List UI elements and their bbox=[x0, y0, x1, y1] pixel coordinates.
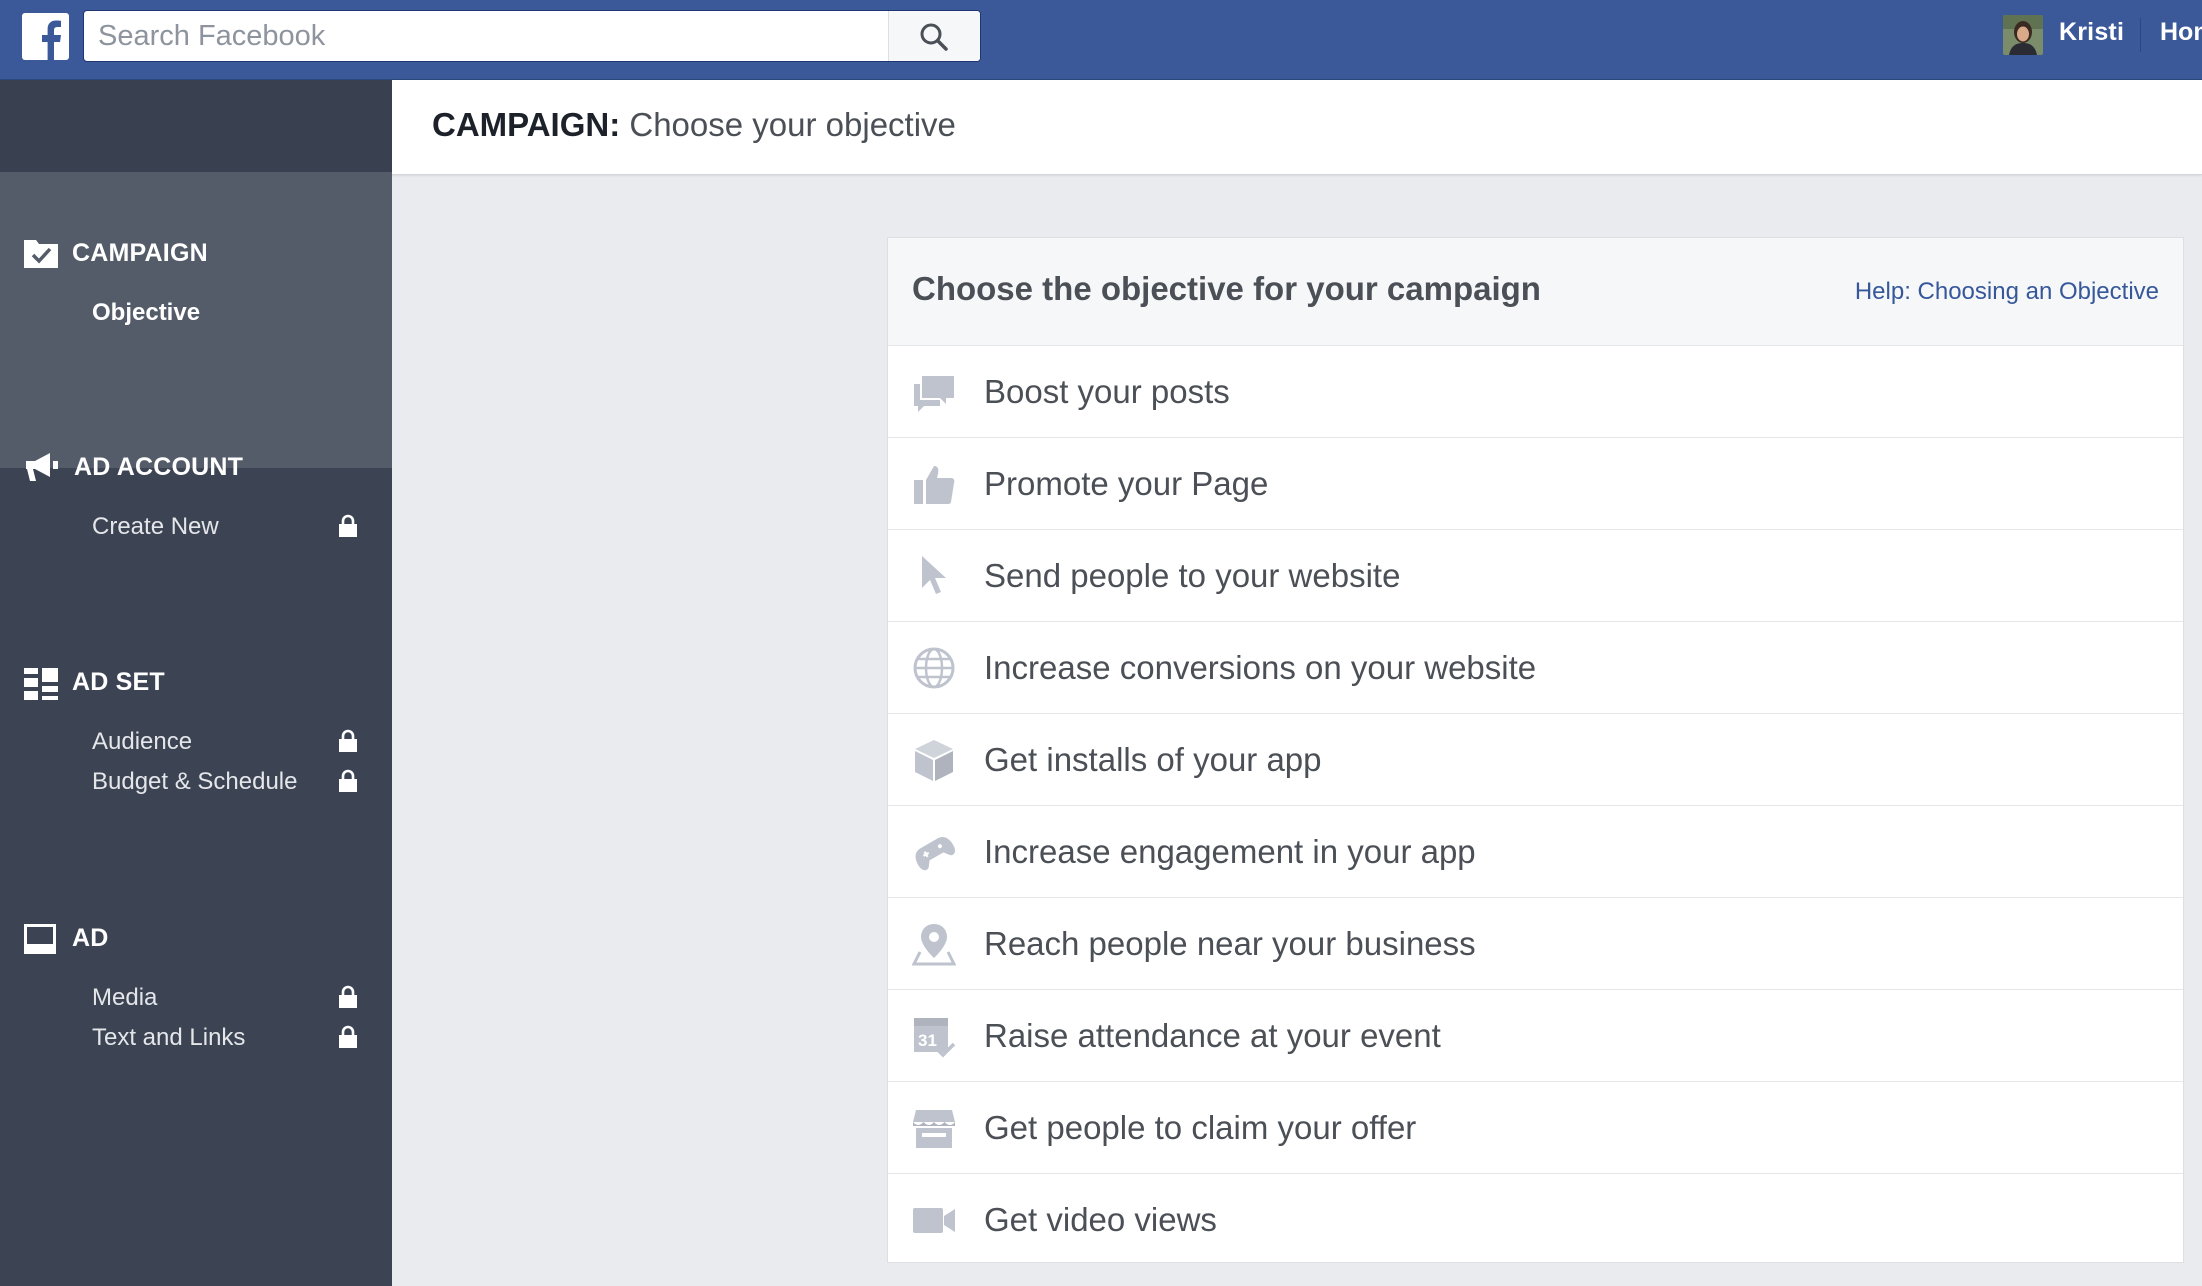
lock-icon bbox=[339, 1025, 357, 1048]
page-header: CAMPAIGN: Choose your objective bbox=[392, 80, 2202, 175]
calendar-icon: 31 bbox=[914, 1018, 956, 1058]
page-title-text: Choose your objective bbox=[629, 106, 956, 143]
search-input[interactable] bbox=[84, 11, 889, 61]
nav-divider bbox=[2140, 18, 2141, 52]
video-camera-icon bbox=[913, 1208, 955, 1233]
objective-label: Get people to claim your offer bbox=[984, 1109, 1417, 1146]
search-box bbox=[83, 10, 981, 62]
globe-icon bbox=[913, 647, 955, 689]
objective-label: Increase conversions on your website bbox=[984, 649, 1537, 686]
objective-local-awareness[interactable]: Reach people near your business bbox=[888, 898, 2183, 990]
objective-label: Raise attendance at your event bbox=[984, 1017, 1441, 1054]
sidebar-section-campaign[interactable]: CAMPAIGN bbox=[72, 239, 208, 268]
avatar[interactable] bbox=[2003, 15, 2043, 55]
lock-icon bbox=[339, 769, 357, 792]
objective-label: Send people to your website bbox=[984, 557, 1401, 594]
top-navigation-bar: Kristi Home bbox=[0, 0, 2202, 80]
grid-icon bbox=[24, 668, 58, 700]
sidebar-item-budget-schedule[interactable]: Budget & Schedule bbox=[92, 768, 298, 796]
sidebar-item-media[interactable]: Media bbox=[92, 984, 157, 1012]
search-icon bbox=[920, 23, 948, 51]
objective-video-views[interactable]: Get video views bbox=[888, 1174, 2183, 1266]
lock-icon bbox=[339, 729, 357, 752]
objective-label: Get installs of your app bbox=[984, 741, 1322, 778]
cursor-icon bbox=[922, 556, 946, 594]
thumbs-up-icon bbox=[914, 466, 955, 504]
sidebar-item-create-new[interactable]: Create New bbox=[92, 513, 219, 541]
objective-label: Promote your Page bbox=[984, 465, 1269, 502]
search-button[interactable] bbox=[888, 11, 980, 61]
objective-label: Increase engagement in your app bbox=[984, 833, 1476, 870]
objective-card: Choose the objective for your campaign H… bbox=[887, 237, 2184, 1263]
sidebar-section-ad[interactable]: AD bbox=[72, 924, 109, 953]
home-link[interactable]: Home bbox=[2160, 18, 2202, 47]
svg-text:31: 31 bbox=[918, 1031, 937, 1050]
megaphone-icon bbox=[26, 453, 58, 481]
sidebar-section-ad-account[interactable]: AD ACCOUNT bbox=[74, 453, 243, 482]
objective-boost-posts[interactable]: Boost your posts bbox=[888, 346, 2183, 438]
lock-icon bbox=[339, 985, 357, 1008]
card-header: Choose the objective for your campaign H… bbox=[888, 238, 2183, 346]
facebook-logo-icon[interactable] bbox=[22, 13, 69, 60]
help-choosing-objective-link[interactable]: Help: Choosing an Objective bbox=[1855, 278, 2159, 306]
sidebar-header bbox=[0, 80, 392, 172]
sidebar-section-ad-set[interactable]: AD SET bbox=[72, 668, 165, 697]
map-pin-icon bbox=[912, 924, 956, 966]
objective-app-installs[interactable]: Get installs of your app bbox=[888, 714, 2183, 806]
objective-event-responses[interactable]: 31 Raise attendance at your event bbox=[888, 990, 2183, 1082]
objective-promote-page[interactable]: Promote your Page bbox=[888, 438, 2183, 530]
objective-label: Reach people near your business bbox=[984, 925, 1476, 962]
page-title-prefix: CAMPAIGN: bbox=[432, 106, 621, 143]
objective-label: Get video views bbox=[984, 1201, 1217, 1238]
objective-website-conversions[interactable]: Increase conversions on your website bbox=[888, 622, 2183, 714]
sidebar-item-objective[interactable]: Objective bbox=[92, 299, 200, 327]
lock-icon bbox=[339, 514, 357, 537]
monitor-icon bbox=[24, 924, 56, 954]
sidebar-item-audience[interactable]: Audience bbox=[92, 728, 192, 756]
objective-list: Boost your posts Promote your Page Send … bbox=[888, 346, 2183, 1266]
sidebar-item-text-and-links[interactable]: Text and Links bbox=[92, 1024, 245, 1052]
sidebar: CAMPAIGN Objective AD ACCOUNT Create New… bbox=[0, 80, 392, 1286]
speech-bubbles-icon bbox=[914, 376, 954, 412]
gamepad-icon bbox=[915, 836, 955, 871]
storefront-icon bbox=[913, 1110, 955, 1148]
checkmark-folder-icon bbox=[24, 240, 58, 268]
card-title: Choose the objective for your campaign bbox=[912, 270, 1541, 307]
box-icon bbox=[915, 740, 953, 781]
objective-label: Boost your posts bbox=[984, 373, 1230, 410]
user-name-link[interactable]: Kristi bbox=[2059, 18, 2124, 47]
objective-website-clicks[interactable]: Send people to your website bbox=[888, 530, 2183, 622]
objective-offer-claims[interactable]: Get people to claim your offer bbox=[888, 1082, 2183, 1174]
objective-app-engagement[interactable]: Increase engagement in your app bbox=[888, 806, 2183, 898]
page-title: CAMPAIGN: Choose your objective bbox=[432, 106, 956, 144]
